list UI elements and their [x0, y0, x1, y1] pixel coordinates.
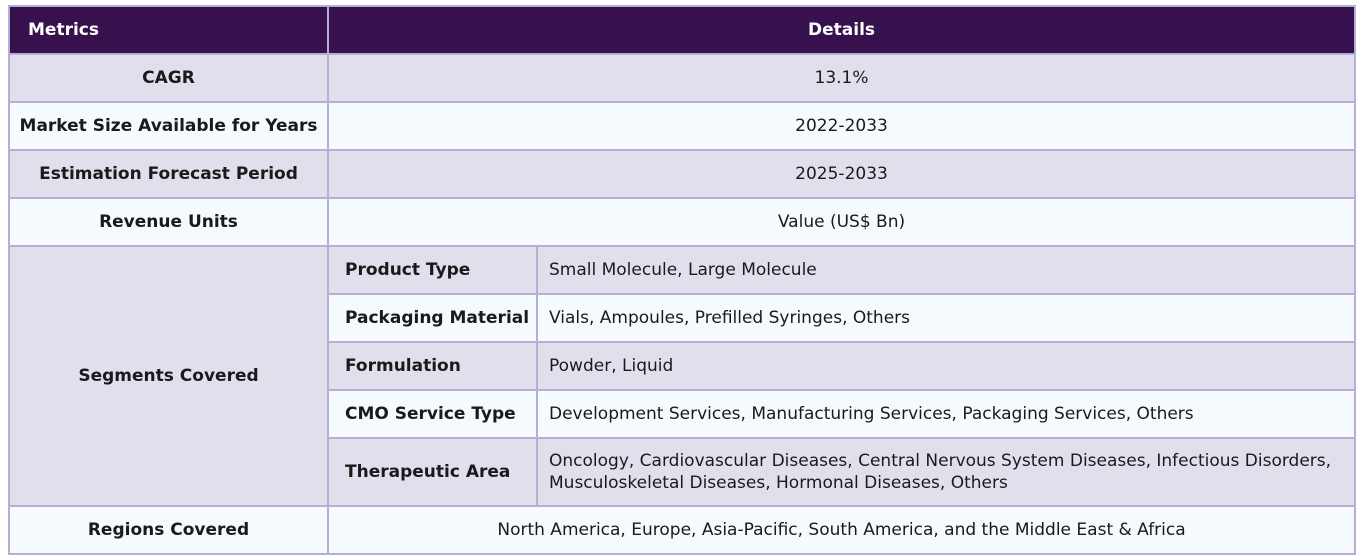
table-row-segment: Segments Covered Product Type Small Mole…: [8, 245, 1356, 507]
segment-value-cell: Vials, Ampoules, Prefilled Syringes, Oth…: [535, 293, 1356, 343]
segments-covered-label: Segments Covered: [8, 245, 329, 507]
table-header-row: Metrics Details: [8, 5, 1356, 55]
metric-cell: Market Size Available for Years: [8, 101, 329, 151]
metric-cell: Estimation Forecast Period: [8, 149, 329, 199]
segment-value-cell: Development Services, Manufacturing Serv…: [535, 389, 1356, 439]
detail-cell: 2022-2033: [326, 101, 1356, 151]
segment-name-cell: Packaging Material: [327, 293, 538, 343]
detail-cell: 13.1%: [326, 53, 1356, 103]
table-row-cagr: CAGR 13.1%: [8, 53, 1356, 103]
segment-value-cell: Small Molecule, Large Molecule: [535, 245, 1356, 295]
metric-cell: Revenue Units: [8, 197, 329, 247]
metric-cell: CAGR: [8, 53, 329, 103]
report-metrics-table-container: Metrics Details CAGR 13.1% Market Size A…: [8, 5, 1356, 555]
segment-value-cell: Powder, Liquid: [535, 341, 1356, 391]
segment-name-cell: Product Type: [327, 245, 538, 295]
segment-name-cell: Therapeutic Area: [327, 437, 538, 507]
table-row-regions-covered: Regions Covered North America, Europe, A…: [8, 505, 1356, 555]
metric-cell: Regions Covered: [8, 505, 329, 555]
table-row-market-size-years: Market Size Available for Years 2022-203…: [8, 101, 1356, 151]
detail-cell: North America, Europe, Asia-Pacific, Sou…: [326, 505, 1356, 555]
details-column-header: Details: [326, 5, 1356, 55]
report-metrics-table: Metrics Details CAGR 13.1% Market Size A…: [8, 5, 1356, 555]
table-row-forecast-period: Estimation Forecast Period 2025-2033: [8, 149, 1356, 199]
metrics-column-header: Metrics: [8, 5, 329, 55]
detail-cell: Value (US$ Bn): [326, 197, 1356, 247]
table-row-revenue-units: Revenue Units Value (US$ Bn): [8, 197, 1356, 247]
segment-name-cell: Formulation: [327, 341, 538, 391]
segment-value-cell: Oncology, Cardiovascular Diseases, Centr…: [535, 437, 1356, 507]
segment-name-cell: CMO Service Type: [327, 389, 538, 439]
detail-cell: 2025-2033: [326, 149, 1356, 199]
